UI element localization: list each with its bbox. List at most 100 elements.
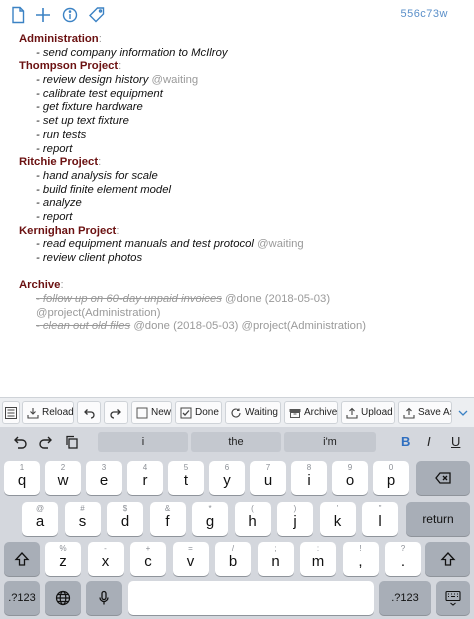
- undo-icon[interactable]: [12, 434, 28, 450]
- key-e[interactable]: 3e: [86, 461, 122, 495]
- done-button[interactable]: Done: [175, 401, 222, 424]
- globe-key[interactable]: [45, 581, 81, 615]
- archive-box-icon: [289, 407, 301, 419]
- redo-icon: [110, 407, 122, 419]
- key-char: b: [228, 553, 238, 570]
- project-heading: Ritchie Project:: [19, 156, 102, 169]
- action-toolbar: Reload New Done Waiting Archive Upload S…: [0, 397, 474, 427]
- backspace-key[interactable]: [416, 461, 470, 495]
- key-char: z: [59, 553, 67, 570]
- waiting-button[interactable]: Waiting: [225, 401, 281, 424]
- key-l[interactable]: " l: [362, 502, 398, 536]
- numbers-key-right[interactable]: .?123: [379, 581, 431, 615]
- key-f[interactable]: & f: [149, 502, 186, 536]
- task-item: - review client photos: [36, 252, 143, 264]
- key-g[interactable]: * g: [192, 502, 228, 536]
- key-char: j: [293, 513, 297, 530]
- paste-icon[interactable]: [64, 434, 80, 450]
- suggestion-2[interactable]: the: [191, 432, 281, 452]
- document-id[interactable]: 556c73w: [400, 8, 448, 20]
- key-alt-char: ': [336, 504, 339, 513]
- checkbox-empty-icon: [136, 407, 148, 419]
- key-char: i: [307, 472, 311, 489]
- key-alt-char: #: [80, 504, 85, 513]
- dictation-key[interactable]: [86, 581, 122, 615]
- suggestion-bar: i the i'm B I U: [0, 427, 474, 457]
- key-z[interactable]: % z: [45, 542, 81, 576]
- task-tag: @waiting: [151, 74, 199, 87]
- undo-button[interactable]: [77, 401, 101, 424]
- key-char: o: [345, 472, 355, 489]
- key-t[interactable]: 5t: [168, 461, 204, 495]
- key-d[interactable]: $ d: [107, 502, 143, 536]
- key-k[interactable]: ' k: [319, 502, 356, 536]
- key-char: g: [205, 513, 215, 530]
- key-char: h: [248, 513, 257, 530]
- key-char: q: [17, 472, 27, 489]
- key-v[interactable]: = v: [172, 542, 209, 576]
- key-q[interactable]: 1q: [4, 461, 40, 495]
- key-char: d: [120, 513, 130, 530]
- shift-key-left[interactable]: [4, 542, 40, 576]
- key-alt-char: :: [316, 544, 320, 553]
- tag-icon[interactable]: [87, 5, 107, 25]
- key-alt-char: 8: [306, 463, 312, 472]
- undo-icon: [83, 407, 95, 419]
- key-o[interactable]: 9o: [332, 461, 368, 495]
- hide-keyboard-key[interactable]: [436, 581, 470, 615]
- key-char: e: [99, 472, 109, 489]
- key-w[interactable]: 2w: [45, 461, 81, 495]
- space-key[interactable]: [128, 581, 374, 615]
- underline-button[interactable]: U: [451, 434, 460, 449]
- archived-task: - clean out old files @done (2018-05-03)…: [36, 320, 367, 333]
- document-editor[interactable]: Administration: - send company informati…: [19, 33, 459, 334]
- save-as-button[interactable]: Save As...: [398, 401, 452, 424]
- key-i[interactable]: 8i: [291, 461, 327, 495]
- task-item: - report: [36, 142, 73, 155]
- task-item: - run tests: [36, 128, 87, 141]
- key-r[interactable]: 4r: [127, 461, 163, 495]
- backspace-icon: [434, 469, 452, 487]
- bold-button[interactable]: B: [401, 434, 410, 449]
- key-y[interactable]: 6y: [209, 461, 245, 495]
- italic-button[interactable]: I: [427, 434, 431, 449]
- upload-button[interactable]: Upload: [341, 401, 395, 424]
- task-item: - review design history @waiting: [36, 74, 199, 87]
- suggestion-3[interactable]: i'm: [284, 432, 376, 452]
- document-icon[interactable]: [8, 5, 28, 25]
- key-s[interactable]: # s: [64, 502, 101, 536]
- key-.[interactable]: ?.: [385, 542, 421, 576]
- key-char: s: [78, 513, 87, 530]
- key-n[interactable]: ; n: [257, 542, 294, 576]
- collapse-toolbar-button[interactable]: [454, 401, 472, 424]
- new-button[interactable]: New: [131, 401, 172, 424]
- info-icon[interactable]: [60, 5, 80, 25]
- key-u[interactable]: 7u: [250, 461, 286, 495]
- list-view-button[interactable]: [2, 401, 20, 424]
- task-item: - get fixture hardware: [36, 101, 143, 114]
- task-item: - send company information to McIlroy: [36, 46, 228, 59]
- plus-icon[interactable]: [33, 5, 53, 25]
- key-c[interactable]: + c: [130, 542, 166, 576]
- key-char: x: [101, 553, 110, 570]
- key-x[interactable]: -x: [87, 542, 124, 576]
- key-,[interactable]: !,: [342, 542, 379, 576]
- key-char: n: [271, 553, 280, 570]
- archived-task: - follow up on 60-day unpaid invoices @d…: [36, 293, 331, 306]
- suggestion-1[interactable]: i: [98, 432, 188, 452]
- redo-button[interactable]: [104, 401, 128, 424]
- key-alt-char: (: [251, 504, 254, 513]
- key-char: ,: [358, 553, 363, 570]
- numbers-key[interactable]: .?123: [4, 581, 40, 615]
- key-j[interactable]: ) j: [277, 502, 313, 536]
- return-key[interactable]: return: [406, 502, 470, 536]
- key-a[interactable]: @ a: [22, 502, 58, 536]
- archive-button[interactable]: Archive: [284, 401, 338, 424]
- key-p[interactable]: 0p: [373, 461, 409, 495]
- reload-button[interactable]: Reload: [22, 401, 74, 424]
- redo-icon[interactable]: [38, 434, 54, 450]
- key-b[interactable]: / b: [215, 542, 251, 576]
- key-m[interactable]: :m: [300, 542, 336, 576]
- key-h[interactable]: (h: [234, 502, 271, 536]
- shift-key-right[interactable]: [425, 542, 470, 576]
